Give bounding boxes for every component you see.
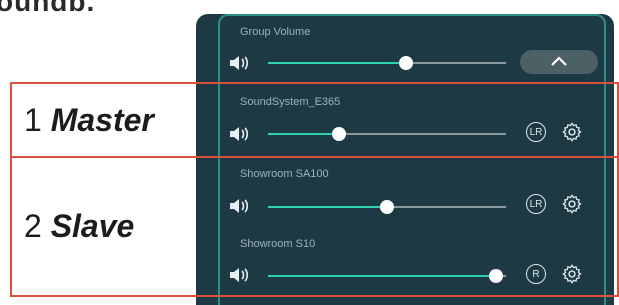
master-role-label: 1 Master <box>24 102 154 139</box>
group-volume-slider-thumb[interactable] <box>399 56 414 70</box>
group-volume-label: Group Volume <box>240 26 311 38</box>
speaker-icon[interactable] <box>228 54 250 72</box>
group-volume-slider-fill <box>268 62 407 64</box>
chevron-up-icon <box>551 56 567 66</box>
slave-word: Slave <box>50 208 135 244</box>
slave-number: 2 <box>24 208 42 244</box>
collapse-button[interactable] <box>520 50 598 74</box>
page-heading-partial: oundb. <box>0 0 96 17</box>
master-number: 1 <box>24 102 42 138</box>
slave-role-label: 2 Slave <box>24 208 134 245</box>
master-word: Master <box>50 102 154 138</box>
